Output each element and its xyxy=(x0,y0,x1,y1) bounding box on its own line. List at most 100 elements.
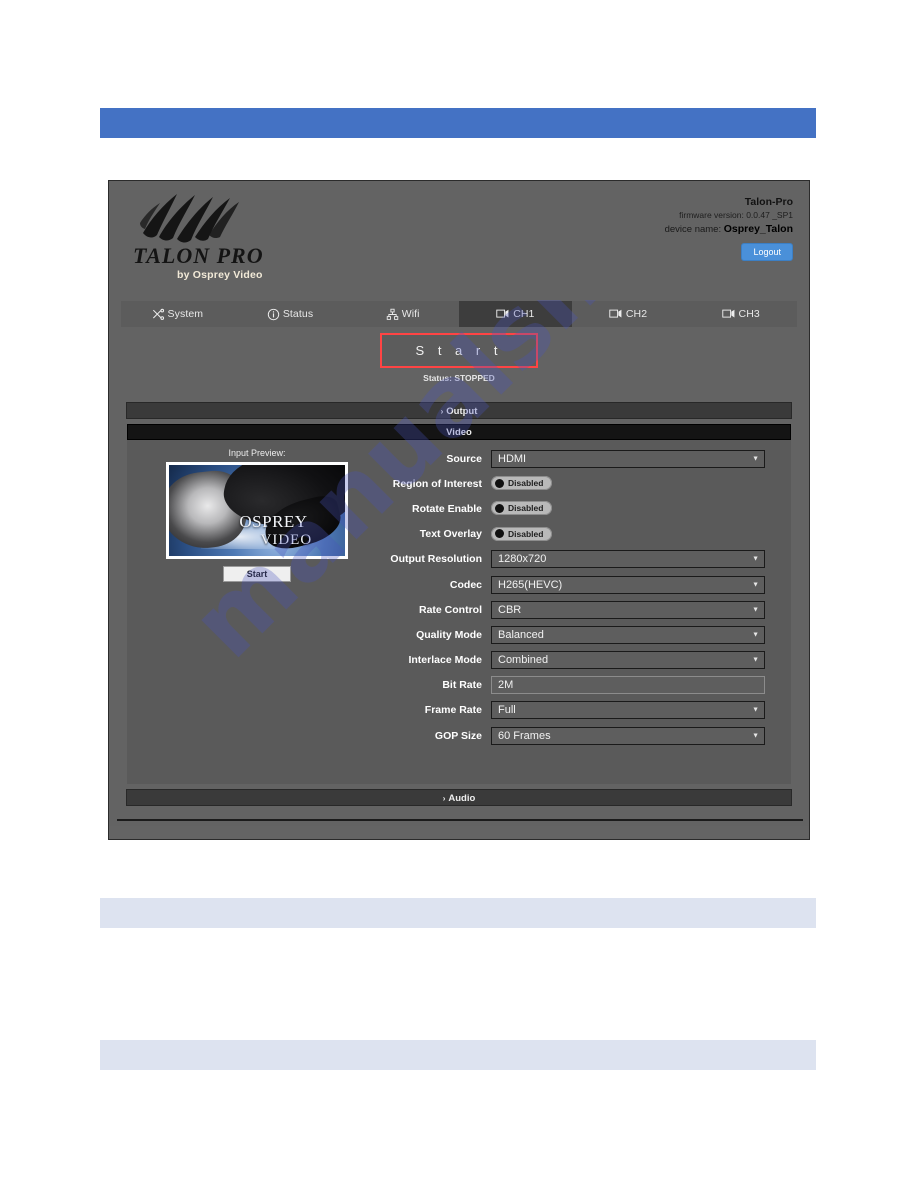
preview-start-button[interactable]: Start xyxy=(223,566,291,582)
toggle-knob-icon xyxy=(495,503,504,513)
input-preview-block: Input Preview: OSPREY VIDEO Start xyxy=(157,448,357,582)
form-row-codec: Codec H265(HEVC) ▼ xyxy=(365,572,765,597)
form-row-region-of-interest: Region of Interest Disabled xyxy=(365,471,765,496)
video-section-label: Video xyxy=(446,427,472,438)
form-row-interlace-mode: Interlace Mode Combined ▼ xyxy=(365,648,765,673)
tab-system[interactable]: System xyxy=(121,301,234,327)
tab-system-label: System xyxy=(167,308,204,320)
tab-wifi-label: Wifi xyxy=(401,308,420,320)
select-rate-control[interactable]: CBR ▼ xyxy=(491,600,765,619)
label-quality-mode: Quality Mode xyxy=(416,628,482,641)
tab-ch1[interactable]: CH1 xyxy=(459,301,572,327)
input-preview-image: OSPREY VIDEO xyxy=(166,462,348,559)
claw-marks-icon xyxy=(140,194,239,243)
info-circle-icon xyxy=(267,308,280,320)
form-row-bit-rate: Bit Rate 2M xyxy=(365,673,765,698)
form-row-text-overlay: Text Overlay Disabled xyxy=(365,522,765,547)
form-row-frame-rate: Frame Rate Full ▼ xyxy=(365,698,765,723)
select-frame-rate[interactable]: Full ▼ xyxy=(491,701,765,720)
output-section-label: Output xyxy=(446,406,478,417)
label-codec: Codec xyxy=(449,578,482,591)
form-row-output-resolution: Output Resolution 1280x720 ▼ xyxy=(365,547,765,572)
select-interlace-mode-value: Combined xyxy=(498,654,549,667)
label-interlace-mode: Interlace Mode xyxy=(408,654,482,667)
select-frame-rate-value: Full xyxy=(498,704,516,717)
chevron-down-icon: ▼ xyxy=(752,706,759,714)
page-divider xyxy=(117,819,803,821)
toggle-text-overlay-state: Disabled xyxy=(508,528,544,539)
firmware-value: 0.0.47 _SP1 xyxy=(746,210,793,220)
output-section-header[interactable]: › Output xyxy=(126,402,792,419)
select-codec-value: H265(HEVC) xyxy=(498,578,563,591)
toggle-region-of-interest[interactable]: Disabled xyxy=(491,476,553,491)
form-row-quality-mode: Quality Mode Balanced ▼ xyxy=(365,622,765,647)
input-bit-rate[interactable]: 2M xyxy=(491,676,765,695)
video-monitor-icon xyxy=(721,309,734,318)
toggle-rotate-enable-state: Disabled xyxy=(508,503,544,514)
preview-brand-line1: OSPREY xyxy=(239,512,308,532)
toggle-knob-icon xyxy=(495,529,504,539)
tab-ch3[interactable]: CH3 xyxy=(684,301,797,327)
select-source[interactable]: HDMI ▼ xyxy=(491,449,765,468)
label-output-resolution: Output Resolution xyxy=(390,553,482,566)
tab-ch1-label: CH1 xyxy=(513,308,535,320)
video-monitor-icon xyxy=(496,309,509,318)
select-quality-mode[interactable]: Balanced ▼ xyxy=(491,625,765,644)
select-rate-control-value: CBR xyxy=(498,603,522,616)
tab-ch2-label: CH2 xyxy=(625,308,648,320)
select-output-resolution[interactable]: 1280x720 ▼ xyxy=(491,550,765,569)
select-codec[interactable]: H265(HEVC) ▼ xyxy=(491,575,765,594)
chevron-down-icon: ▼ xyxy=(752,455,759,463)
start-button[interactable]: S t a r t xyxy=(379,333,539,368)
form-row-rate-control: Rate Control CBR ▼ xyxy=(365,597,765,622)
video-form: Source HDMI ▼ Region of Interest Disable… xyxy=(365,446,765,748)
video-section-header[interactable]: Video xyxy=(127,424,791,440)
form-row-rotate-enable: Rotate Enable Disabled xyxy=(365,496,765,521)
tab-ch2[interactable]: CH2 xyxy=(572,301,685,327)
chevron-down-icon: ▼ xyxy=(752,606,759,614)
tab-ch3-label: CH3 xyxy=(738,308,760,320)
select-gop-size[interactable]: 60 Frames ▼ xyxy=(491,726,765,745)
video-settings-panel: Input Preview: OSPREY VIDEO Start Source xyxy=(127,440,791,784)
app-header: TALON PRO by Osprey Video Talon-Pro firm… xyxy=(109,181,809,299)
label-gop-size: GOP Size xyxy=(434,729,482,742)
label-region-of-interest: Region of Interest xyxy=(392,477,482,490)
toggle-rotate-enable[interactable]: Disabled xyxy=(491,501,553,516)
chevron-down-icon: ▼ xyxy=(752,732,759,740)
document-header-bar xyxy=(100,108,816,138)
logout-button[interactable]: Logout xyxy=(741,243,793,261)
device-name: device name: Osprey_Talon xyxy=(493,222,793,237)
firmware-label: firmware version: xyxy=(679,210,744,220)
stream-status: Status: STOPPED xyxy=(423,373,495,383)
logo-subtitle: by Osprey Video xyxy=(177,269,263,281)
chevron-down-icon: ▼ xyxy=(752,581,759,589)
chevron-down-icon: ▼ xyxy=(752,656,759,664)
label-rate-control: Rate Control xyxy=(419,603,482,616)
label-text-overlay: Text Overlay xyxy=(419,528,482,541)
form-row-gop-size: GOP Size 60 Frames ▼ xyxy=(365,723,765,748)
device-info: Talon-Pro firmware version: 0.0.47 _SP1 … xyxy=(493,195,793,261)
product-name: Talon-Pro xyxy=(744,196,793,208)
preview-brand-line2: VIDEO xyxy=(260,531,313,548)
label-frame-rate: Frame Rate xyxy=(424,704,482,717)
select-output-resolution-value: 1280x720 xyxy=(498,553,547,566)
select-gop-size-value: 60 Frames xyxy=(498,729,551,742)
toggle-text-overlay[interactable]: Disabled xyxy=(491,526,553,541)
document-footer-bar-1 xyxy=(100,898,816,928)
stream-control: S t a r t Status: STOPPED xyxy=(109,333,809,383)
brand-logo: TALON PRO by Osprey Video xyxy=(125,189,365,289)
device-value: Osprey_Talon xyxy=(723,223,793,235)
input-preview-label: Input Preview: xyxy=(228,448,286,458)
select-quality-mode-value: Balanced xyxy=(498,628,544,641)
audio-section-header[interactable]: › Audio xyxy=(126,789,792,806)
app-content: TALON PRO by Osprey Video Talon-Pro firm… xyxy=(109,181,809,826)
tab-status[interactable]: Status xyxy=(234,301,347,327)
tab-wifi[interactable]: Wifi xyxy=(346,301,459,327)
select-interlace-mode[interactable]: Combined ▼ xyxy=(491,651,765,670)
logo-title: TALON PRO xyxy=(133,243,264,268)
main-navigation: System Status Wifi CH1 CH2 CH3 xyxy=(121,301,797,327)
device-label: device name: xyxy=(664,224,722,235)
select-source-value: HDMI xyxy=(498,452,527,465)
network-icon xyxy=(386,308,398,320)
form-row-source: Source HDMI ▼ xyxy=(365,446,765,471)
